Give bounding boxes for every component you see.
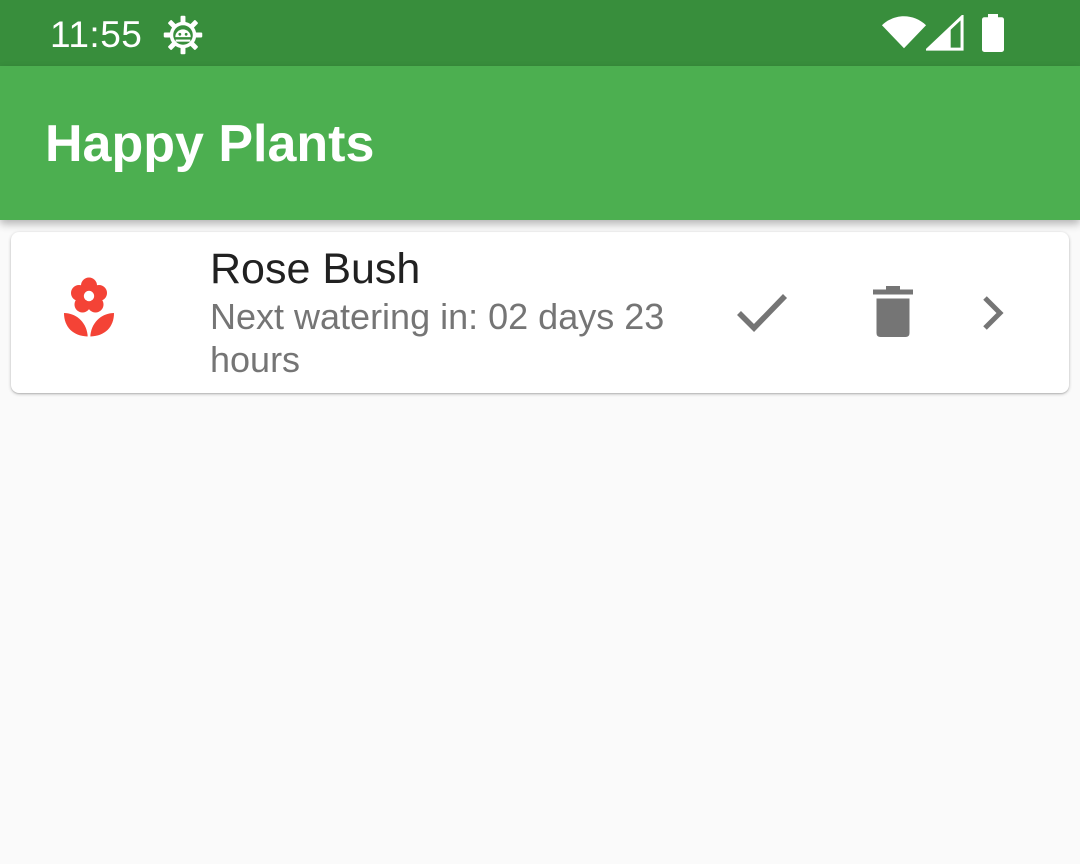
flower-icon [64,277,114,337]
plant-name: Rose Bush [210,245,421,293]
status-bar: 11:55 [0,0,1080,66]
battery-icon [982,14,1004,52]
delete-icon[interactable] [873,286,913,338]
status-time: 11:55 [50,14,143,55]
next-watering-text: Next watering in: 02 days 23 hours [210,296,665,380]
wifi-icon [881,16,927,49]
settings-gear-icon [163,15,203,55]
app-bar: Happy Plants [0,66,1080,220]
chevron-right-icon[interactable] [981,295,1007,331]
plant-card[interactable]: Rose Bush Next watering in: 02 days 23 h… [11,232,1069,393]
check-icon[interactable] [734,291,790,333]
signal-icon [926,15,964,51]
app-title: Happy Plants [45,115,375,173]
